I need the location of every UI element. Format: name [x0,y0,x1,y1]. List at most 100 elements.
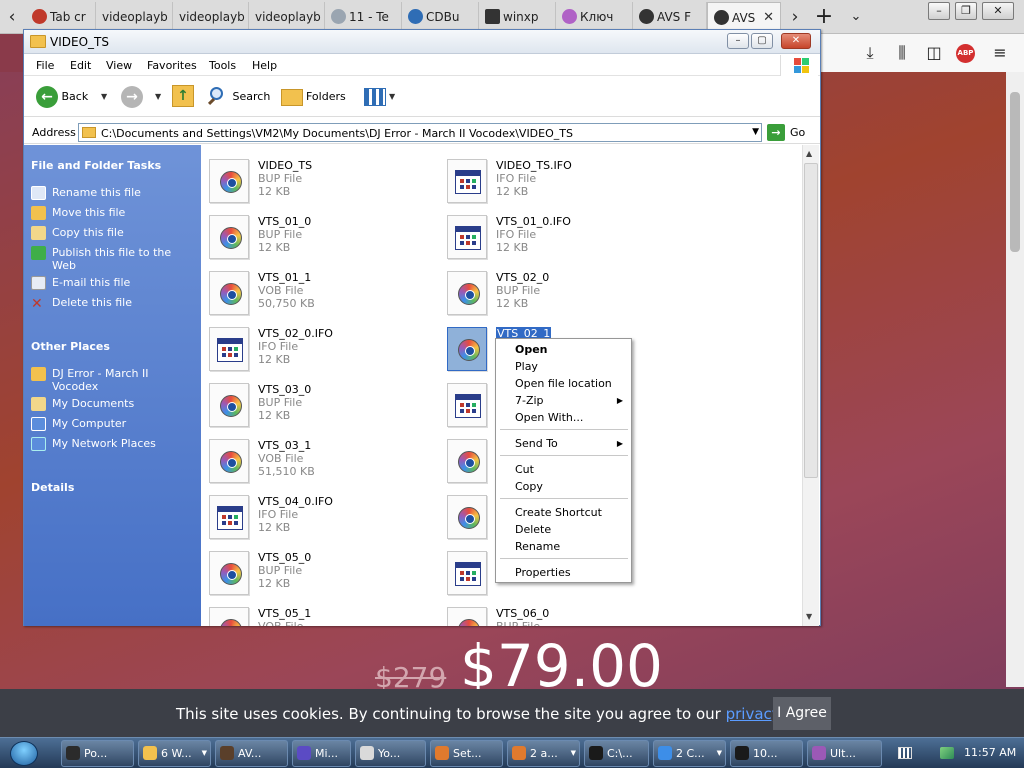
file-item[interactable]: VTS_05_1VOB File [201,604,431,626]
other-places-header[interactable]: Other Places [31,340,110,353]
up-folder-button[interactable]: ↑ [172,85,194,109]
library-icon[interactable]: ⫼ [892,43,912,63]
browser-tab[interactable]: winxp [479,2,556,32]
forward-button[interactable]: → [121,85,143,109]
ctx-copy[interactable]: Copy [515,480,543,493]
scroll-down-icon[interactable]: ▼ [806,612,812,621]
taskbar-button[interactable]: Yo... [355,740,426,767]
browser-tab[interactable]: videoplayb [96,2,173,32]
ctx-create-shortcut[interactable]: Create Shortcut [515,506,602,519]
file-item[interactable]: VTS_01_1 VOB File 50,750 KB [201,268,431,320]
task-delete[interactable]: ✕ Delete this file [31,296,132,311]
details-header[interactable]: Details [31,481,74,494]
restore-icon[interactable]: ❐ [955,2,977,20]
downloads-icon[interactable]: ⤓ [860,43,880,63]
taskbar-button[interactable]: 10... [730,740,803,767]
new-tab-plus-icon[interactable]: + [814,6,834,28]
file-pane-scrollbar[interactable]: ▲ ▼ [802,145,819,626]
ctx-send-to[interactable]: Send To [515,437,558,450]
browser-tab[interactable]: CDBu [402,2,479,32]
search-button[interactable]: Search [207,85,270,109]
page-scrollbar-thumb[interactable] [1010,92,1020,252]
cookie-agree-button[interactable]: I Agree [773,697,831,730]
explorer-title-bar[interactable]: VIDEO_TS – ▢ ✕ [24,30,820,54]
back-button[interactable]: ← Back [36,85,88,109]
file-item[interactable]: VTS_02_0.IFO IFO File 12 KB [201,324,431,376]
ctx-play[interactable]: Play [515,360,538,373]
ctx-open-file-location[interactable]: Open file location [515,377,612,390]
address-dropdown-icon[interactable]: ▼ [752,124,759,141]
clock[interactable]: 11:57 AM [964,746,1016,759]
minimize-icon[interactable]: – [928,2,950,20]
taskbar-button[interactable]: C:\... [584,740,649,767]
ctx-delete[interactable]: Delete [515,523,551,536]
ctx-open[interactable]: Open [515,343,548,356]
file-item[interactable]: VTS_06_0BUP File [439,604,669,626]
file-item[interactable]: VIDEO_TS BUP File 12 KB [201,156,431,208]
menu-view[interactable]: View [106,59,132,72]
file-item[interactable]: VTS_01_0.IFO IFO File 12 KB [439,212,669,264]
task-email[interactable]: E-mail this file [31,276,130,291]
menu-edit[interactable]: Edit [70,59,91,72]
file-folder-tasks-header[interactable]: File and Folder Tasks [31,159,161,172]
task-publish[interactable]: Publish this file to the Web [31,246,177,272]
ctx-properties[interactable]: Properties [515,566,571,579]
address-input[interactable]: C:\Documents and Settings\VM2\My Documen… [78,123,762,142]
file-item[interactable]: VTS_05_0 BUP File 12 KB [201,548,431,600]
taskbar-button[interactable]: 6 W... ▼ [138,740,211,767]
start-button[interactable] [10,741,38,766]
browser-tab[interactable]: AVS F [633,2,707,32]
network-icon[interactable] [940,747,954,759]
explorer-close-icon[interactable]: ✕ [781,33,811,49]
file-item[interactable]: VTS_04_0.IFO IFO File 12 KB [201,492,431,544]
menu-file[interactable]: File [36,59,54,72]
taskbar-button[interactable]: 2 C... ▼ [653,740,726,767]
tab-scroll-left-icon[interactable]: ‹ [2,7,22,27]
back-dropdown-icon[interactable]: ▼ [101,85,107,109]
ctx-7zip[interactable]: 7-Zip [515,394,544,407]
keyboard-icon[interactable] [898,747,912,759]
taskbar-button[interactable]: Ult... [807,740,882,767]
taskbar-button[interactable]: 2 a... ▼ [507,740,580,767]
menu-tools[interactable]: Tools [209,59,236,72]
browser-tab[interactable]: videoplayb [249,2,325,32]
views-button[interactable] [364,85,386,109]
task-rename[interactable]: Rename this file [31,186,141,201]
place-parent-folder[interactable]: DJ Error - March II Vocodex [31,367,172,393]
views-dropdown-icon[interactable]: ▼ [389,85,395,109]
place-my-computer[interactable]: My Computer [31,417,126,432]
ctx-cut[interactable]: Cut [515,463,534,476]
scroll-up-icon[interactable]: ▲ [806,149,812,158]
task-move[interactable]: Move this file [31,206,125,221]
menu-favorites[interactable]: Favorites [147,59,197,72]
ctx-open-with[interactable]: Open With... [515,411,583,424]
taskbar-button[interactable]: Set... [430,740,503,767]
browser-tab[interactable]: Ключ [556,2,633,32]
hamburger-menu-icon[interactable]: ≡ [990,43,1010,63]
close-window-icon[interactable]: ✕ [982,2,1014,20]
menu-help[interactable]: Help [252,59,277,72]
browser-tab[interactable]: Tab cr [26,2,96,32]
file-item[interactable]: VTS_03_1 VOB File 51,510 KB [201,436,431,488]
file-pane-scroll-thumb[interactable] [804,163,818,478]
taskbar-button[interactable]: AV... [215,740,288,767]
task-copy[interactable]: Copy this file [31,226,124,241]
file-item[interactable]: VTS_01_0 BUP File 12 KB [201,212,431,264]
forward-dropdown-icon[interactable]: ▼ [155,85,161,109]
page-scrollbar[interactable] [1006,72,1024,687]
explorer-maximize-icon[interactable]: ▢ [751,33,773,49]
ctx-rename[interactable]: Rename [515,540,560,553]
browser-tab[interactable]: videoplayb [173,2,249,32]
place-my-documents[interactable]: My Documents [31,397,134,412]
browser-tab[interactable]: 11 - Te [325,2,402,32]
file-item[interactable]: VIDEO_TS.IFO IFO File 12 KB [439,156,669,208]
tab-scroll-right-icon[interactable]: › [785,7,805,27]
adblock-icon[interactable]: ABP [956,44,975,63]
go-button[interactable]: → Go [767,124,805,141]
folders-button[interactable]: Folders [281,85,346,109]
place-network[interactable]: My Network Places [31,437,156,452]
list-all-tabs-icon[interactable]: ⌄ [846,7,866,27]
file-item[interactable]: VTS_03_0 BUP File 12 KB [201,380,431,432]
file-item[interactable]: VTS_02_0 BUP File 12 KB [439,268,669,320]
taskbar-button[interactable]: Mi... [292,740,351,767]
